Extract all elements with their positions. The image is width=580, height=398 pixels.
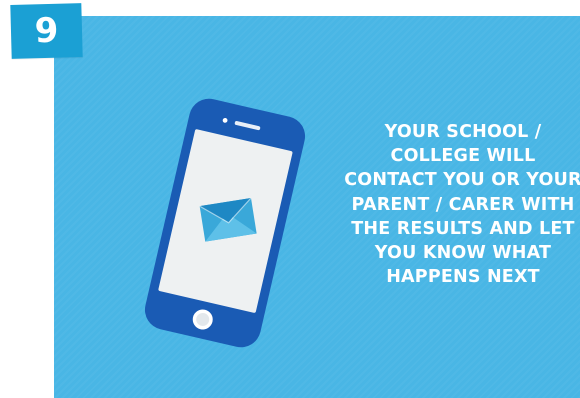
message-line: HAPPENS NEXT (386, 267, 540, 288)
smartphone-icon (144, 98, 306, 348)
message-line: CONTACT YOU OR YOUR (344, 170, 580, 191)
message-line: YOU KNOW WHAT (374, 243, 552, 264)
message-line: COLLEGE WILL (390, 146, 536, 167)
step-message: YOUR SCHOOL / COLLEGE WILL CONTACT YOU O… (322, 120, 580, 289)
message-line: PARENT / CARER WITH (351, 194, 575, 215)
message-line: YOUR SCHOOL / (384, 122, 542, 142)
page: YOUR SCHOOL / COLLEGE WILL CONTACT YOU O… (0, 0, 580, 398)
smartphone-illustration (140, 98, 310, 348)
info-card: YOUR SCHOOL / COLLEGE WILL CONTACT YOU O… (54, 16, 580, 398)
step-number-badge: 9 (10, 3, 83, 59)
step-number: 9 (34, 10, 59, 52)
message-line: THE RESULTS AND LET (351, 218, 575, 239)
